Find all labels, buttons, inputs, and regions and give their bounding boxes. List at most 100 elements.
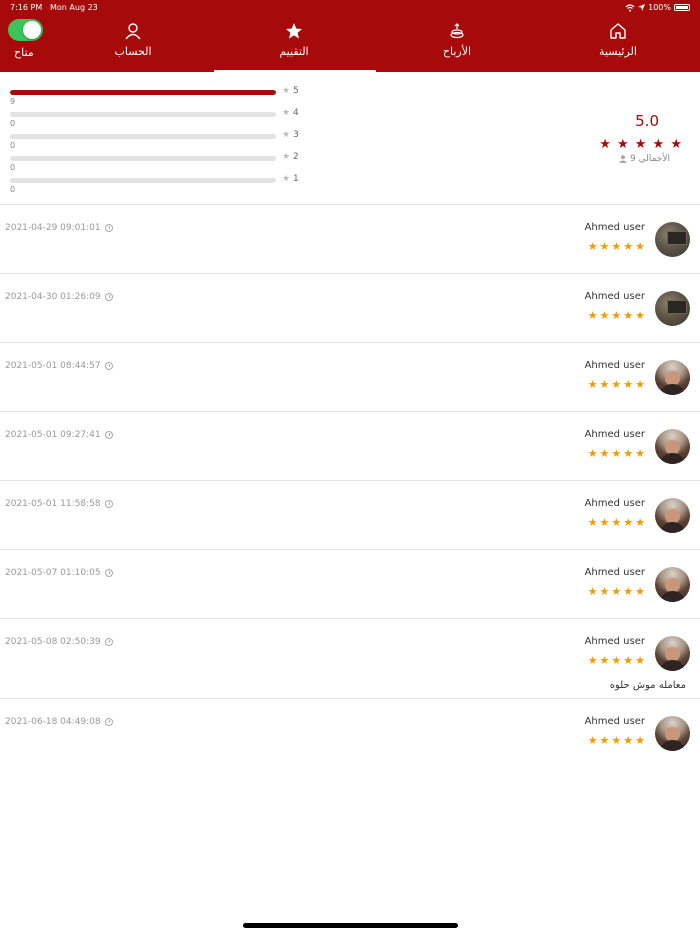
availability-toggle[interactable] <box>8 19 43 41</box>
review-stars: ★★★★★ <box>587 516 647 529</box>
review-item: 2021-05-07 01:10:05 Ahmed user ★★★★★ <box>0 550 700 619</box>
review-date: 2021-05-01 11:58:58 <box>5 499 113 509</box>
rating-bar-stars: 5 <box>293 86 299 96</box>
reviewer-name: Ahmed user <box>584 360 645 371</box>
tab-earnings-label: الأرباح <box>442 45 472 58</box>
tab-account[interactable]: الحساب <box>103 22 163 72</box>
rating-bar-stars: 1 <box>293 174 299 184</box>
rating-bar-2: ★ 2 0 <box>10 150 310 172</box>
coins-icon <box>450 23 464 39</box>
average-stars: ★ ★ ★ ★ ★ <box>599 137 683 152</box>
star-icon: ★ <box>282 152 291 162</box>
review-date: 2021-05-07 01:10:05 <box>5 568 113 578</box>
rating-bar-3: ★ 3 0 <box>10 128 310 150</box>
home-indicator[interactable] <box>243 923 458 928</box>
tab-rating-label: التقييم <box>279 45 309 58</box>
clock-icon <box>104 224 113 232</box>
rating-bar-5: ★ 5 9 <box>10 84 310 106</box>
tab-account-label: الحساب <box>114 45 152 58</box>
review-date: 2021-05-01 08:44:57 <box>5 361 113 371</box>
review-date-text: 2021-05-01 11:58:58 <box>5 499 101 509</box>
total-reviews-text: 9 الأجمالي <box>630 154 670 164</box>
rating-bar-count: 0 <box>10 185 16 194</box>
review-date: 2021-04-29 09:01:01 <box>5 223 113 233</box>
review-date-text: 2021-05-01 08:44:57 <box>5 361 101 371</box>
avatar <box>655 429 690 464</box>
avatar <box>655 716 690 751</box>
total-reviews: 9 الأجمالي <box>619 154 670 164</box>
rating-bar-track <box>10 156 276 161</box>
review-date-text: 2021-05-08 02:50:39 <box>5 637 101 647</box>
top-nav-bar: 7:16 PM Mon Aug 23 100% متاح الحساب التق… <box>0 0 700 72</box>
review-stars: ★★★★★ <box>587 654 647 667</box>
review-item: 2021-06-18 04:49:08 Ahmed user ★★★★★ <box>0 699 700 769</box>
review-date-text: 2021-04-30 01:26:09 <box>5 292 101 302</box>
rating-bar-count: 0 <box>10 141 16 150</box>
rating-bar-count: 0 <box>10 163 16 172</box>
avatar <box>655 636 690 671</box>
status-bar: 7:16 PM Mon Aug 23 100% <box>0 0 700 14</box>
review-date-text: 2021-06-18 04:49:08 <box>5 717 101 727</box>
rating-bar-stars: 2 <box>293 152 299 162</box>
clock-icon <box>104 500 113 508</box>
status-date: Mon Aug 23 <box>50 3 98 12</box>
availability-label: متاح <box>14 46 34 59</box>
rating-bar-count: 0 <box>10 119 16 128</box>
avatar <box>655 498 690 533</box>
home-icon <box>610 23 626 39</box>
location-arrow-icon <box>638 4 646 11</box>
tab-home-label: الرئيسية <box>599 45 637 58</box>
review-date: 2021-06-18 04:49:08 <box>5 717 113 727</box>
rating-bar-count: 9 <box>10 97 16 106</box>
tab-earnings[interactable]: الأرباح <box>427 22 487 72</box>
review-item: 2021-04-30 01:26:09 Ahmed user ★★★★★ <box>0 274 700 343</box>
rating-bar-track <box>10 134 276 139</box>
avatar <box>655 360 690 395</box>
reviewer-name: Ahmed user <box>584 498 645 509</box>
star-icon: ★ <box>282 130 291 140</box>
rating-bar-1: ★ 1 0 <box>10 172 310 194</box>
review-stars: ★★★★★ <box>587 734 647 747</box>
clock-icon <box>104 431 113 439</box>
clock-icon <box>104 362 113 370</box>
rating-bar-track <box>10 178 276 183</box>
status-time: 7:16 PM <box>10 3 43 12</box>
status-indicators: 100% <box>625 3 690 12</box>
battery-percent: 100% <box>648 3 671 12</box>
avatar <box>655 222 690 257</box>
avatar <box>655 567 690 602</box>
reviewer-name: Ahmed user <box>584 567 645 578</box>
rating-bar-stars: 4 <box>293 108 299 118</box>
review-item: 2021-05-01 08:44:57 Ahmed user ★★★★★ <box>0 343 700 412</box>
toggle-knob <box>23 21 41 39</box>
rating-bar-4: ★ 4 0 <box>10 106 310 128</box>
avatar <box>655 291 690 326</box>
clock-icon <box>104 293 113 301</box>
review-item: 2021-04-29 09:01:01 Ahmed user ★★★★★ <box>0 205 700 274</box>
star-icon: ★ <box>282 174 291 184</box>
tab-rating[interactable]: التقييم <box>264 22 324 72</box>
rating-bar-track <box>10 90 276 95</box>
reviewer-name: Ahmed user <box>584 291 645 302</box>
review-date-text: 2021-05-07 01:10:05 <box>5 568 101 578</box>
star-icon: ★ <box>282 108 291 118</box>
reviewer-name: Ahmed user <box>584 429 645 440</box>
star-icon: ★ <box>282 86 291 96</box>
battery-icon <box>674 4 690 11</box>
clock-icon <box>104 638 113 646</box>
rating-bar-track <box>10 112 276 117</box>
average-rating: 5.0 <box>635 112 659 130</box>
reviewer-name: Ahmed user <box>584 636 645 647</box>
tab-home[interactable]: الرئيسية <box>588 22 648 72</box>
user-icon <box>125 23 141 40</box>
review-stars: ★★★★★ <box>587 447 647 460</box>
review-stars: ★★★★★ <box>587 378 647 391</box>
rating-summary: ★ 5 9 ★ 4 0 ★ 3 0 ★ 2 0 ★ 1 0 5.0 ★ ★ ★ … <box>0 72 700 205</box>
rating-bar-stars: 3 <box>293 130 299 140</box>
star-icon <box>286 23 302 39</box>
clock-icon <box>104 569 113 577</box>
review-stars: ★★★★★ <box>587 585 647 598</box>
review-date-text: 2021-04-29 09:01:01 <box>5 223 101 233</box>
review-item: 2021-05-01 09:27:41 Ahmed user ★★★★★ <box>0 412 700 481</box>
review-item: 2021-05-08 02:50:39 Ahmed user ★★★★★ معا… <box>0 619 700 699</box>
